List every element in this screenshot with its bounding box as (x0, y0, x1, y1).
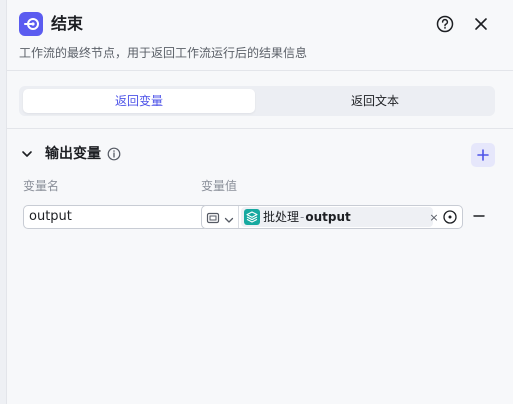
end-node-panel: 结束 工作流的最终节点，用于返回工作流运行后的结果信息 返回变量 返回文本 输出… (6, 0, 513, 404)
panel-header: 结束 工作流的最终节点，用于返回工作流运行后的结果信息 (7, 0, 513, 70)
clear-reference-icon[interactable]: × (427, 208, 441, 228)
header-divider (7, 70, 513, 71)
help-button[interactable] (433, 12, 457, 36)
reference-type-icon[interactable] (206, 210, 220, 224)
tabs-divider (7, 128, 513, 129)
tab-return-variables[interactable]: 返回变量 (23, 89, 255, 113)
reference-node-name: 批处理 (263, 210, 300, 224)
target-icon[interactable] (442, 209, 458, 225)
reference-text: 批处理-output (263, 207, 351, 227)
remove-variable-button[interactable] (471, 206, 487, 226)
reference-variable-name: output (305, 210, 351, 224)
variable-name-input[interactable] (23, 205, 209, 229)
info-icon[interactable] (106, 146, 122, 162)
variable-reference-chip[interactable]: 批处理-output × (241, 207, 439, 227)
chevron-down-icon[interactable] (19, 146, 35, 162)
batch-layers-icon (244, 209, 260, 225)
help-circle-icon (436, 15, 454, 33)
close-icon (475, 18, 487, 30)
variable-value-field: 批处理-output × (201, 205, 463, 229)
value-type-separator (238, 206, 239, 228)
plus-icon (477, 149, 489, 161)
end-node-icon (19, 12, 43, 36)
minus-icon (473, 215, 485, 217)
tab-return-text[interactable]: 返回文本 (259, 89, 491, 113)
column-label-name: 变量名 (23, 179, 60, 193)
return-mode-tabs: 返回变量 返回文本 (19, 86, 495, 116)
close-button[interactable] (469, 12, 493, 36)
add-variable-button[interactable] (471, 143, 495, 167)
column-label-value: 变量值 (201, 179, 238, 193)
panel-description: 工作流的最终节点，用于返回工作流运行后的结果信息 (19, 46, 308, 60)
value-type-chevron-icon[interactable] (223, 211, 235, 223)
panel-title: 结束 (51, 14, 84, 33)
output-section-title: 输出变量 (45, 146, 101, 162)
